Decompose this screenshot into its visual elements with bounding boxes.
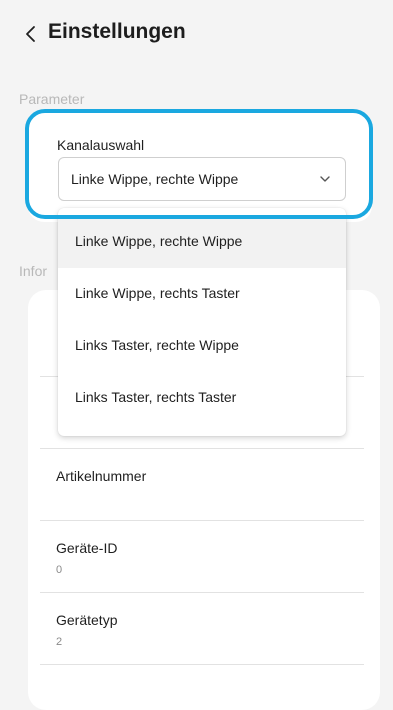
channel-select-label: Kanalauswahl bbox=[57, 137, 145, 153]
channel-select-value: Linke Wippe, rechte Wippe bbox=[71, 171, 239, 187]
back-button[interactable] bbox=[18, 22, 42, 46]
chevron-left-icon bbox=[26, 26, 35, 42]
section-label-info: Infor bbox=[19, 263, 48, 279]
chevron-down-icon bbox=[320, 176, 330, 182]
info-label: Gerätetyp bbox=[56, 612, 118, 628]
dropdown-option-label: Links Taster, rechts Taster bbox=[75, 389, 237, 405]
dropdown-option[interactable]: Linke Wippe, rechte Wippe bbox=[58, 216, 346, 268]
page-title: Einstellungen bbox=[48, 20, 186, 43]
channel-select-dropdown: Linke Wippe, rechte Wippe Linke Wippe, r… bbox=[58, 208, 346, 436]
dropdown-option-label: Links Taster, rechte Wippe bbox=[75, 337, 239, 353]
dropdown-option[interactable]: Links Taster, rechts Taster bbox=[58, 372, 346, 424]
channel-select[interactable]: Linke Wippe, rechte Wippe bbox=[58, 157, 346, 201]
info-value: 0 bbox=[56, 564, 63, 576]
info-row-device-id: Geräte-ID 0 bbox=[40, 520, 364, 593]
info-label: Geräte-ID bbox=[56, 540, 118, 556]
info-row-article-number: Artikelnummer bbox=[40, 448, 364, 521]
dropdown-option-label: Linke Wippe, rechts Taster bbox=[75, 285, 240, 301]
dropdown-option-label: Linke Wippe, rechte Wippe bbox=[75, 233, 243, 249]
info-label: Artikelnummer bbox=[56, 468, 147, 484]
info-row-device-type: Gerätetyp 2 bbox=[40, 592, 364, 665]
dropdown-option[interactable]: Links Taster, rechte Wippe bbox=[58, 320, 346, 372]
section-label-parameter: Parameter bbox=[19, 91, 85, 107]
info-value: 2 bbox=[56, 636, 63, 648]
dropdown-option[interactable]: Linke Wippe, rechts Taster bbox=[58, 268, 346, 320]
header: Einstellungen bbox=[0, 0, 393, 72]
